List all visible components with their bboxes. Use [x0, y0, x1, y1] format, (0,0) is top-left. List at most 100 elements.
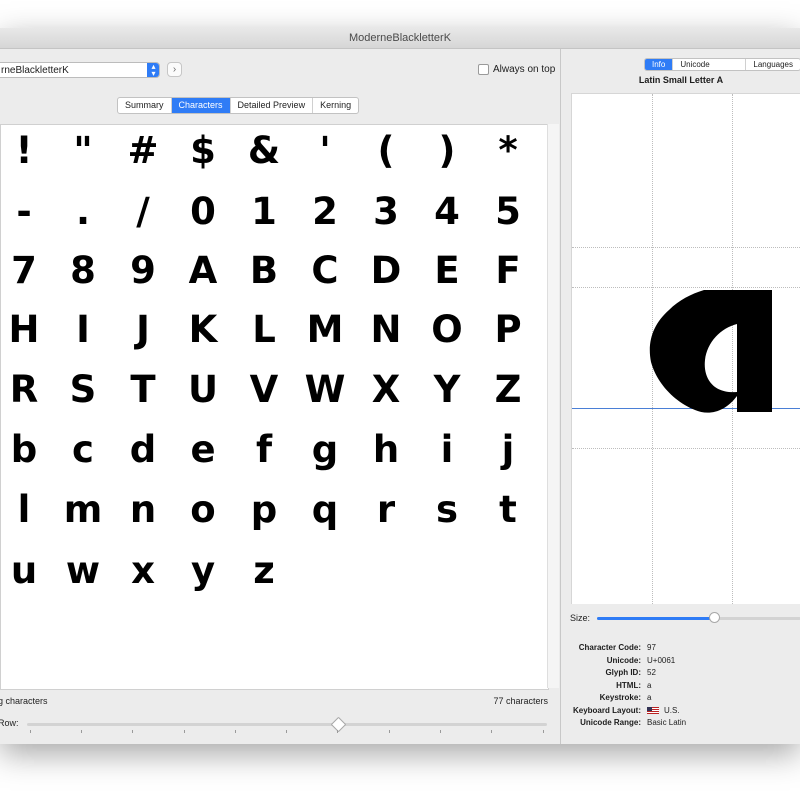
- glyph-cell[interactable]: Z: [478, 368, 538, 412]
- glyph-cell[interactable]: x: [113, 549, 173, 593]
- characters-pane: rneBlackletterK ▴ ▾ › Always on top Summa…: [0, 49, 559, 744]
- glyph-cell[interactable]: M: [295, 308, 355, 352]
- status-left-text: g characters: [0, 696, 48, 706]
- glyph-cell[interactable]: ': [295, 129, 355, 173]
- glyph-cell[interactable]: H: [1, 308, 54, 352]
- chevron-right-icon[interactable]: ›: [167, 62, 182, 77]
- glyph-cell[interactable]: $: [173, 129, 233, 173]
- glyph-cell[interactable]: U: [173, 368, 233, 412]
- glyph-cell[interactable]: l: [1, 488, 54, 532]
- inspector-pane: Info Unicode Options Languages Latin Sma…: [560, 49, 800, 744]
- row-slider-track[interactable]: [27, 723, 547, 726]
- glyph-cell[interactable]: C: [295, 249, 355, 293]
- tab-summary[interactable]: Summary: [118, 98, 172, 113]
- glyph-cell[interactable]: O: [417, 308, 477, 352]
- font-select[interactable]: rneBlackletterK ▴ ▾: [0, 62, 160, 78]
- glyph-cell[interactable]: g: [295, 428, 355, 472]
- glyph-cell[interactable]: /: [113, 190, 173, 234]
- character-grid: ! " # $ & '() * -./0 1 2 3 4 5 7 8 9 A B C D E F H I J K L M N O P R S T U…: [0, 124, 549, 690]
- glyph-cell[interactable]: n: [113, 488, 173, 532]
- glyph-cell[interactable]: b: [1, 428, 54, 472]
- slider-tick: [440, 730, 441, 733]
- glyph-cell[interactable]: f: [234, 428, 294, 472]
- tab-detailed-preview[interactable]: Detailed Preview: [231, 98, 314, 113]
- glyph-cell[interactable]: ": [53, 129, 113, 173]
- glyph-cell[interactable]: y: [173, 549, 233, 593]
- glyph-cell[interactable]: ): [417, 129, 477, 173]
- row-slider-thumb[interactable]: [330, 716, 347, 733]
- glyph-cell[interactable]: P: [478, 308, 538, 352]
- glyph-cell[interactable]: L: [234, 308, 294, 352]
- slider-tick: [491, 730, 492, 733]
- glyph-cell[interactable]: r: [356, 488, 416, 532]
- glyph-cell[interactable]: D: [356, 249, 416, 293]
- glyph-cell[interactable]: !: [1, 129, 54, 173]
- slider-tick: [235, 730, 236, 733]
- tab-kerning[interactable]: Kerning: [313, 98, 358, 113]
- glyph-cell[interactable]: o: [173, 488, 233, 532]
- glyph-cell[interactable]: m: [53, 488, 113, 532]
- glyph-cell[interactable]: &: [234, 129, 294, 173]
- glyph-cell[interactable]: 8: [53, 249, 113, 293]
- glyph-cell[interactable]: q: [295, 488, 355, 532]
- tab-unicode-options[interactable]: Unicode Options: [673, 59, 747, 70]
- always-on-top-checkbox[interactable]: [478, 64, 489, 75]
- glyph-cell[interactable]: B: [234, 249, 294, 293]
- glyph-cell[interactable]: V: [234, 368, 294, 412]
- always-on-top-toggle[interactable]: Always on top: [478, 64, 555, 75]
- glyph-cell[interactable]: W: [295, 368, 355, 412]
- glyph-cell[interactable]: R: [1, 368, 54, 412]
- info-value: U.S.: [647, 706, 680, 715]
- size-slider-thumb[interactable]: [709, 612, 720, 623]
- always-on-top-label: Always on top: [493, 64, 556, 76]
- glyph-cell[interactable]: (: [356, 129, 416, 173]
- glyph-cell[interactable]: T: [113, 368, 173, 412]
- glyph-cell[interactable]: u: [1, 549, 54, 593]
- glyph-cell[interactable]: A: [173, 249, 233, 293]
- info-key: HTML:: [616, 680, 641, 690]
- glyph-cell[interactable]: w: [53, 549, 113, 593]
- glyph-cell[interactable]: J: [113, 308, 173, 352]
- glyph-cell[interactable]: 3: [356, 190, 416, 234]
- glyph-cell[interactable]: N: [356, 308, 416, 352]
- glyph-cell[interactable]: c: [53, 428, 113, 472]
- info-value: 52: [647, 668, 656, 677]
- tab-info[interactable]: Info: [645, 59, 674, 70]
- glyph-cell[interactable]: d: [113, 428, 173, 472]
- glyph-cell[interactable]: 2: [295, 190, 355, 234]
- glyph-cell[interactable]: 1: [234, 190, 294, 234]
- glyph-cell[interactable]: -: [1, 190, 54, 234]
- glyph-a-preview: [649, 290, 772, 413]
- glyph-cell[interactable]: 5: [478, 190, 538, 234]
- glyph-cell[interactable]: p: [234, 488, 294, 532]
- glyph-cell[interactable]: Y: [417, 368, 477, 412]
- grid-scrollbar[interactable]: [547, 124, 559, 688]
- glyph-cell[interactable]: K: [173, 308, 233, 352]
- glyph-cell[interactable]: 0: [173, 190, 233, 234]
- glyph-cell[interactable]: 7: [1, 249, 54, 293]
- glyph-cell[interactable]: I: [53, 308, 113, 352]
- glyph-cell[interactable]: E: [417, 249, 477, 293]
- tab-characters[interactable]: Characters: [171, 98, 231, 113]
- glyph-cell[interactable]: t: [478, 488, 538, 532]
- glyph-cell[interactable]: 9: [113, 249, 173, 293]
- info-row: Keystroke: a: [561, 693, 800, 706]
- glyph-cell[interactable]: F: [478, 249, 538, 293]
- glyph-cell[interactable]: .: [53, 190, 113, 234]
- glyph-cell[interactable]: #: [113, 129, 173, 173]
- glyph-cell[interactable]: X: [356, 368, 416, 412]
- glyph-cell[interactable]: *: [478, 129, 538, 173]
- glyph-cell[interactable]: S: [53, 368, 113, 412]
- glyph-cell[interactable]: s: [417, 488, 477, 532]
- slider-tick: [337, 730, 338, 733]
- glyph-cell[interactable]: 4: [417, 190, 477, 234]
- glyph-cell[interactable]: h: [356, 428, 416, 472]
- glyph-cell[interactable]: z: [234, 549, 294, 593]
- info-key: Glyph ID:: [605, 668, 641, 677]
- tab-languages[interactable]: Languages: [746, 59, 800, 70]
- keyboard-layout-value: U.S.: [664, 705, 680, 715]
- glyph-cell[interactable]: i: [417, 428, 477, 472]
- glyph-cell[interactable]: j: [478, 428, 538, 472]
- guide-line: [572, 247, 800, 248]
- glyph-cell[interactable]: e: [173, 428, 233, 472]
